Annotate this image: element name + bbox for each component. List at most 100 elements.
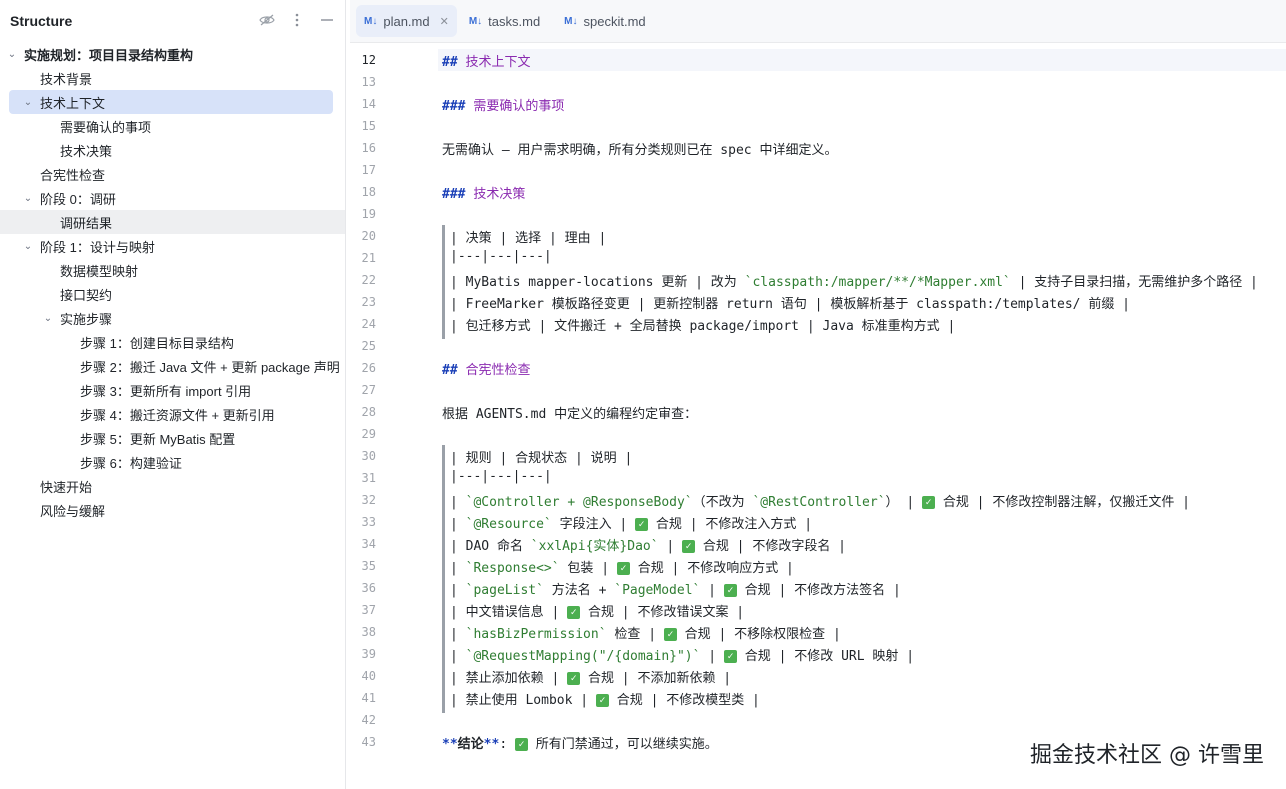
more-options-icon[interactable]	[289, 12, 305, 28]
line-number: 25	[361, 339, 376, 353]
editor-tabs: M↓ plan.md ✕ M↓ tasks.md M↓ speckit.md	[350, 0, 1286, 43]
table-row[interactable]: | `@Resource` 字段注入 | ✓ 合规 | 不修改注入方式 |	[450, 513, 812, 532]
structure-item[interactable]: 数据模型映射	[42, 258, 138, 282]
structure-panel: Structure ⌄ 实施规划：项目目录结构重构技术背景 ⌄ 技术上下文需要确认的事…	[0, 0, 346, 789]
structure-item[interactable]: 需要确认的事项	[42, 114, 151, 138]
structure-title: Structure	[10, 13, 73, 29]
structure-item[interactable]: 步骤 2：搬迁 Java 文件 + 更新 package 声明	[62, 354, 340, 378]
editor-area: M↓ plan.md ✕ M↓ tasks.md M↓ speckit.md 1…	[350, 0, 1286, 789]
line-number: 20	[361, 229, 376, 243]
structure-item[interactable]: 快速开始	[22, 474, 92, 498]
structure-item-label: 快速开始	[40, 479, 93, 495]
chevron-down-icon[interactable]: ⌄	[6, 49, 18, 60]
table-row[interactable]: | DAO 命名 `xxlApi{实体}Dao` | ✓ 合规 | 不修改字段名…	[450, 535, 846, 554]
structure-item-label: 调研结果	[60, 215, 113, 231]
line-number: 18	[361, 185, 376, 199]
structure-item-label: 步骤 5：更新 MyBatis 配置	[80, 431, 236, 447]
line-number: 14	[361, 97, 376, 111]
line-number: 31	[361, 471, 376, 485]
table-row[interactable]: |---|---|---|	[450, 249, 552, 264]
structure-item-label: 技术背景	[40, 71, 93, 87]
code-area[interactable]: ## 技术上下文 ### 需要确认的事项无需确认 — 用户需求明确，所有分类规则已…	[438, 42, 1286, 789]
markdown-heading[interactable]: ## 合宪性检查	[442, 359, 531, 378]
line-number: 26	[361, 361, 376, 375]
table-row[interactable]: | `@Controller + @ResponseBody`（不改为 `@Re…	[450, 491, 1190, 510]
line-number: 36	[361, 581, 376, 595]
tab-label: plan.md	[383, 13, 430, 29]
chevron-down-icon[interactable]: ⌄	[22, 193, 34, 204]
table-row[interactable]: | `@RequestMapping("/{domain}")` | ✓ 合规 …	[450, 645, 914, 664]
line-number: 21	[361, 251, 376, 265]
structure-item[interactable]: ⌄ 阶段 0：调研	[22, 186, 116, 210]
markdown-heading[interactable]: ### 技术决策	[442, 183, 525, 202]
structure-item[interactable]: 步骤 5：更新 MyBatis 配置	[62, 426, 235, 450]
structure-item-label: 步骤 1：创建目标目录结构	[80, 335, 234, 351]
structure-item-label: 步骤 2：搬迁 Java 文件 + 更新 package 声明	[80, 359, 340, 375]
watermark: 掘金技术社区 @ 许雪里	[1030, 743, 1264, 768]
line-number: 19	[361, 207, 376, 221]
markdown-file-icon: M↓	[468, 15, 483, 27]
code-line[interactable]: 根据 AGENTS.md 中定义的编程约定审查：	[442, 403, 697, 422]
structure-item[interactable]: 步骤 1：创建目标目录结构	[62, 330, 234, 354]
structure-item-label: 技术决策	[60, 143, 113, 159]
structure-item-label: 步骤 6：构建验证	[80, 455, 182, 471]
structure-item[interactable]: 风险与缓解	[22, 498, 105, 522]
structure-item[interactable]: 步骤 4：搬迁资源文件 + 更新引用	[62, 402, 275, 426]
structure-item-label: 步骤 4：搬迁资源文件 + 更新引用	[80, 407, 275, 423]
structure-item-label: 需要确认的事项	[60, 119, 152, 135]
line-number: 34	[361, 537, 376, 551]
table-row[interactable]: |---|---|---|	[450, 469, 552, 484]
table-row[interactable]: | MyBatis mapper-locations 更新 | 改为 `clas…	[450, 271, 1258, 290]
chevron-down-icon[interactable]: ⌄	[42, 313, 54, 324]
structure-item[interactable]: ⌄ 阶段 1：设计与映射	[22, 234, 155, 258]
tab-speckit-md[interactable]: M↓ speckit.md	[552, 0, 657, 42]
table-block-bar	[442, 445, 445, 713]
minimize-icon[interactable]	[319, 12, 335, 28]
structure-item[interactable]: 合宪性检查	[22, 162, 105, 186]
code-line[interactable]: 无需确认 — 用户需求明确，所有分类规则已在 spec 中详细定义。	[442, 139, 837, 158]
table-row[interactable]: | 包迁移方式 | 文件搬迁 + 全局替换 package/import | J…	[450, 315, 955, 334]
line-number: 40	[361, 669, 376, 683]
table-row[interactable]: | FreeMarker 模板路径变更 | 更新控制器 return 语句 | …	[450, 293, 1130, 312]
table-row[interactable]: | `hasBizPermission` 检查 | ✓ 合规 | 不移除权限检查…	[450, 623, 841, 642]
markdown-heading[interactable]: ## 技术上下文	[442, 51, 531, 70]
tab-tasks-md[interactable]: M↓ tasks.md	[457, 0, 552, 42]
structure-item[interactable]: 调研结果	[42, 210, 112, 234]
code-line[interactable]: **结论**: ✓ 所有门禁通过，可以继续实施。	[442, 733, 718, 752]
chevron-down-icon[interactable]: ⌄	[22, 97, 34, 108]
line-gutter: 12 13 14 15 16 17 18 19 20 21 22 23 24 25 26 27 28 29 30 31…	[350, 42, 438, 789]
line-number: 17	[361, 163, 376, 177]
line-number: 43	[361, 735, 376, 749]
close-icon[interactable]: ✕	[440, 15, 449, 28]
structure-item[interactable]: ⌄ 实施规划：项目目录结构重构	[6, 42, 193, 66]
structure-item-label: 技术上下文	[40, 95, 106, 111]
eye-icon[interactable]	[259, 12, 275, 28]
structure-item[interactable]: ⌄ 实施步骤	[42, 306, 112, 330]
markdown-file-icon: M↓	[564, 15, 578, 27]
structure-item[interactable]: 步骤 6：构建验证	[62, 450, 182, 474]
structure-header: Structure	[0, 0, 345, 42]
line-number: 22	[361, 273, 376, 287]
structure-item-label: 实施步骤	[60, 311, 113, 327]
structure-item[interactable]: 技术决策	[42, 138, 112, 162]
structure-item[interactable]: 接口契约	[42, 282, 112, 306]
chevron-down-icon[interactable]: ⌄	[22, 241, 34, 252]
line-number: 28	[361, 405, 376, 419]
markdown-heading[interactable]: ### 需要确认的事项	[442, 95, 564, 114]
structure-item-label: 实施规划：项目目录结构重构	[24, 47, 194, 63]
line-number: 15	[361, 119, 376, 133]
structure-item[interactable]: 步骤 3：更新所有 import 引用	[62, 378, 251, 402]
structure-item-label: 步骤 3：更新所有 import 引用	[80, 383, 252, 399]
table-row[interactable]: | `pageList` 方法名 + `PageModel` | ✓ 合规 | …	[450, 579, 901, 598]
table-row[interactable]: | `Response<>` 包装 | ✓ 合规 | 不修改响应方式 |	[450, 557, 794, 576]
table-row[interactable]: | 禁止使用 Lombok | ✓ 合规 | 不修改模型类 |	[450, 689, 760, 708]
line-number: 37	[361, 603, 376, 617]
tab-plan-md[interactable]: M↓ plan.md ✕	[356, 5, 457, 37]
structure-item[interactable]: ⌄ 技术上下文	[22, 90, 105, 114]
structure-item[interactable]: 技术背景	[22, 66, 92, 90]
table-row[interactable]: | 决策 | 选择 | 理由 |	[450, 227, 606, 246]
line-number: 16	[361, 141, 376, 155]
table-row[interactable]: | 中文错误信息 | ✓ 合规 | 不修改错误文案 |	[450, 601, 744, 620]
table-row[interactable]: | 规则 | 合规状态 | 说明 |	[450, 447, 632, 466]
table-row[interactable]: | 禁止添加依赖 | ✓ 合规 | 不添加新依赖 |	[450, 667, 731, 686]
